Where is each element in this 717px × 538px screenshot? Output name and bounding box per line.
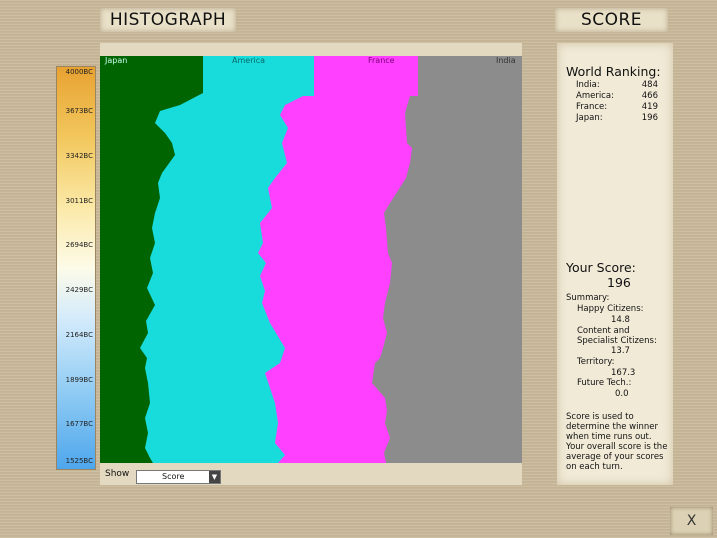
world-ranking-title: World Ranking: xyxy=(566,64,661,79)
your-score-value: 196 xyxy=(607,275,631,290)
future-tech-value: 0.0 xyxy=(615,389,629,399)
ranking-row: India: 484 xyxy=(576,80,658,90)
score-note: average of your scores xyxy=(566,452,664,462)
happy-citizens-value: 14.8 xyxy=(611,315,630,325)
content-value: 13.7 xyxy=(611,346,630,356)
timeline-tick: 2164BC xyxy=(65,331,93,339)
timeline-tick: 1899BC xyxy=(65,376,93,384)
timeline-tick: 2429BC xyxy=(65,286,93,294)
score-note: determine the winner xyxy=(566,422,658,432)
ranking-score: 196 xyxy=(641,113,658,123)
ranking-score: 466 xyxy=(641,91,658,101)
ranking-score: 484 xyxy=(641,80,658,90)
score-note: Score is used to xyxy=(566,412,634,422)
timeline-tick: 2694BC xyxy=(65,241,93,249)
your-score-title: Your Score: xyxy=(566,260,636,275)
score-note: when time runs out. xyxy=(566,432,652,442)
content-label-2: Specialist Citizens: xyxy=(577,336,657,346)
happy-citizens-label: Happy Citizens: xyxy=(577,304,644,314)
close-icon: X xyxy=(686,513,697,529)
legend-india: India xyxy=(494,56,520,66)
score-note: on each turn. xyxy=(566,462,623,472)
future-tech-label: Future Tech.: xyxy=(577,378,632,388)
ranking-name: India: xyxy=(576,80,600,90)
timeline-tick: 3011BC xyxy=(65,197,93,205)
timeline-tick: 1525BC xyxy=(65,457,93,465)
legend-japan: Japan xyxy=(103,56,133,66)
ranking-name: Japan: xyxy=(576,113,603,123)
legend-america: America xyxy=(230,56,268,66)
ranking-name: France: xyxy=(576,102,608,112)
score-note: Your overall score is the xyxy=(566,442,668,452)
territory-value: 167.3 xyxy=(611,368,636,378)
show-dropdown-value: Score xyxy=(162,472,185,481)
histograph-title: HISTOGRAPH xyxy=(100,8,236,32)
close-button[interactable]: X xyxy=(670,507,713,535)
score-panel: World Ranking: India: 484 America: 466 F… xyxy=(557,43,673,485)
ranking-row: America: 466 xyxy=(576,91,658,101)
territory-label: Territory: xyxy=(577,357,615,367)
ranking-row: France: 419 xyxy=(576,102,658,112)
timeline-bar: 4000BC 3673BC 3342BC 3011BC 2694BC 2429B… xyxy=(56,66,96,470)
timeline-tick: 3342BC xyxy=(65,152,93,160)
score-title: SCORE xyxy=(555,8,668,32)
content-label-1: Content and xyxy=(577,326,630,336)
chevron-down-icon[interactable]: ▼ xyxy=(209,471,220,483)
timeline-tick: 4000BC xyxy=(65,68,93,76)
legend-france: France xyxy=(366,56,398,66)
timeline-tick: 3673BC xyxy=(65,107,93,115)
ranking-row: Japan: 196 xyxy=(576,113,658,123)
timeline-tick: 1677BC xyxy=(65,420,93,428)
histograph-area xyxy=(100,43,522,485)
show-dropdown[interactable]: Score ▼ xyxy=(136,470,221,484)
ranking-score: 419 xyxy=(641,102,658,112)
ranking-name: America: xyxy=(576,91,614,101)
show-label: Show xyxy=(105,469,130,479)
summary-label: Summary: xyxy=(566,293,610,303)
